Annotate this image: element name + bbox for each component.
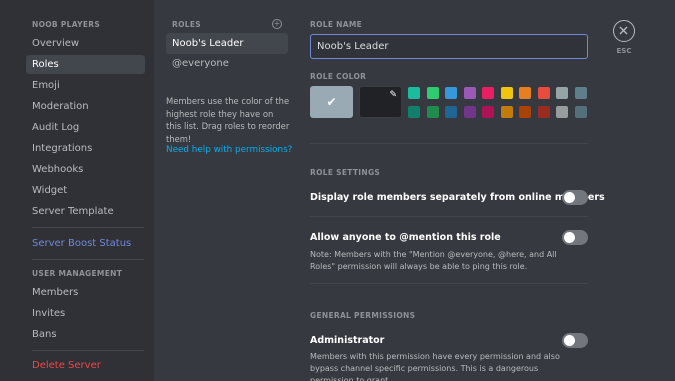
sidebar-item-widget[interactable]: Widget (26, 181, 145, 200)
section-divider (310, 283, 588, 284)
sidebar-divider (32, 259, 144, 260)
administrator-title: Administrator (310, 335, 385, 346)
sidebar-item-server-boost-status[interactable]: Server Boost Status (26, 234, 145, 253)
color-swatch[interactable] (519, 106, 531, 118)
color-swatch[interactable] (519, 87, 531, 99)
color-swatch[interactable] (426, 106, 439, 118)
roles-description: Members use the color of the highest rol… (166, 96, 290, 144)
administrator-toggle[interactable] (562, 333, 588, 348)
color-swatch[interactable] (463, 106, 476, 118)
color-swatch[interactable] (500, 87, 513, 99)
general-permissions-heading: GENERAL PERMISSIONS (310, 311, 416, 320)
sidebar-item-invites[interactable]: Invites (26, 304, 145, 323)
mention-title-pre: Allow anyone to (310, 232, 400, 243)
mention-setting-title: Allow anyone to @mention this role (310, 232, 501, 243)
role-item-noobs-leader[interactable]: Noob's Leader (166, 33, 288, 54)
custom-color-swatch[interactable]: ✎ (359, 86, 402, 118)
user-management-heading: USER MANAGEMENT (32, 269, 123, 278)
role-item-everyone[interactable]: @everyone (166, 53, 288, 74)
sidebar-item-emoji[interactable]: Emoji (26, 76, 145, 95)
hoist-toggle[interactable] (562, 190, 588, 205)
check-icon: ✔ (326, 95, 337, 109)
role-name-input[interactable] (310, 34, 588, 59)
permissions-help-link[interactable]: Need help with permissions? (166, 145, 292, 155)
mention-toggle[interactable] (562, 230, 588, 245)
color-swatch[interactable] (408, 106, 420, 118)
mention-title-post: this role (452, 232, 501, 243)
settings-sidebar: NOOB PLAYERS Overview Roles Emoji Modera… (0, 0, 154, 381)
color-swatch[interactable] (556, 87, 568, 99)
section-divider (310, 143, 588, 144)
sidebar-item-webhooks[interactable]: Webhooks (26, 160, 145, 179)
color-swatch[interactable] (556, 106, 568, 118)
close-icon (619, 26, 628, 35)
color-swatch[interactable] (537, 106, 550, 118)
sidebar-item-members[interactable]: Members (26, 283, 145, 302)
sidebar-item-delete-server[interactable]: Delete Server (26, 356, 145, 375)
default-color-swatch[interactable]: ✔ (310, 86, 353, 118)
color-swatch[interactable] (574, 87, 587, 99)
sidebar-item-bans[interactable]: Bans (26, 325, 145, 344)
color-swatch[interactable] (463, 87, 476, 99)
sidebar-item-moderation[interactable]: Moderation (26, 97, 145, 116)
color-swatch[interactable] (426, 87, 439, 99)
hoist-setting-title: Display role members separately from onl… (310, 192, 605, 203)
color-swatch[interactable] (482, 106, 494, 118)
esc-label: ESC (616, 47, 632, 55)
server-name-heading: NOOB PLAYERS (32, 20, 101, 29)
roles-heading: ROLES (172, 20, 201, 29)
color-swatch[interactable] (574, 106, 587, 118)
color-swatch[interactable] (500, 106, 513, 118)
role-color-heading: ROLE COLOR (310, 72, 367, 81)
section-divider (310, 216, 588, 217)
role-name-heading: ROLE NAME (310, 20, 363, 29)
sidebar-item-audit-log[interactable]: Audit Log (26, 118, 145, 137)
sidebar-item-integrations[interactable]: Integrations (26, 139, 145, 158)
color-swatch[interactable] (445, 106, 457, 118)
sidebar-divider (32, 227, 144, 228)
close-button[interactable] (613, 20, 635, 42)
role-settings-heading: ROLE SETTINGS (310, 168, 381, 177)
add-role-icon[interactable]: + (272, 19, 282, 29)
eyedropper-icon: ✎ (389, 90, 397, 100)
color-swatch[interactable] (537, 87, 550, 99)
color-swatch[interactable] (445, 87, 457, 99)
color-swatch[interactable] (408, 87, 420, 99)
mention-title-bold: @mention (399, 232, 453, 243)
administrator-note: Members with this permission have every … (310, 352, 560, 381)
sidebar-item-overview[interactable]: Overview (26, 34, 145, 53)
sidebar-divider (32, 350, 144, 351)
sidebar-item-roles[interactable]: Roles (26, 55, 145, 74)
mention-setting-note: Note: Members with the "Mention @everyon… (310, 250, 557, 271)
sidebar-item-server-template[interactable]: Server Template (26, 202, 145, 221)
color-swatch[interactable] (482, 87, 494, 99)
